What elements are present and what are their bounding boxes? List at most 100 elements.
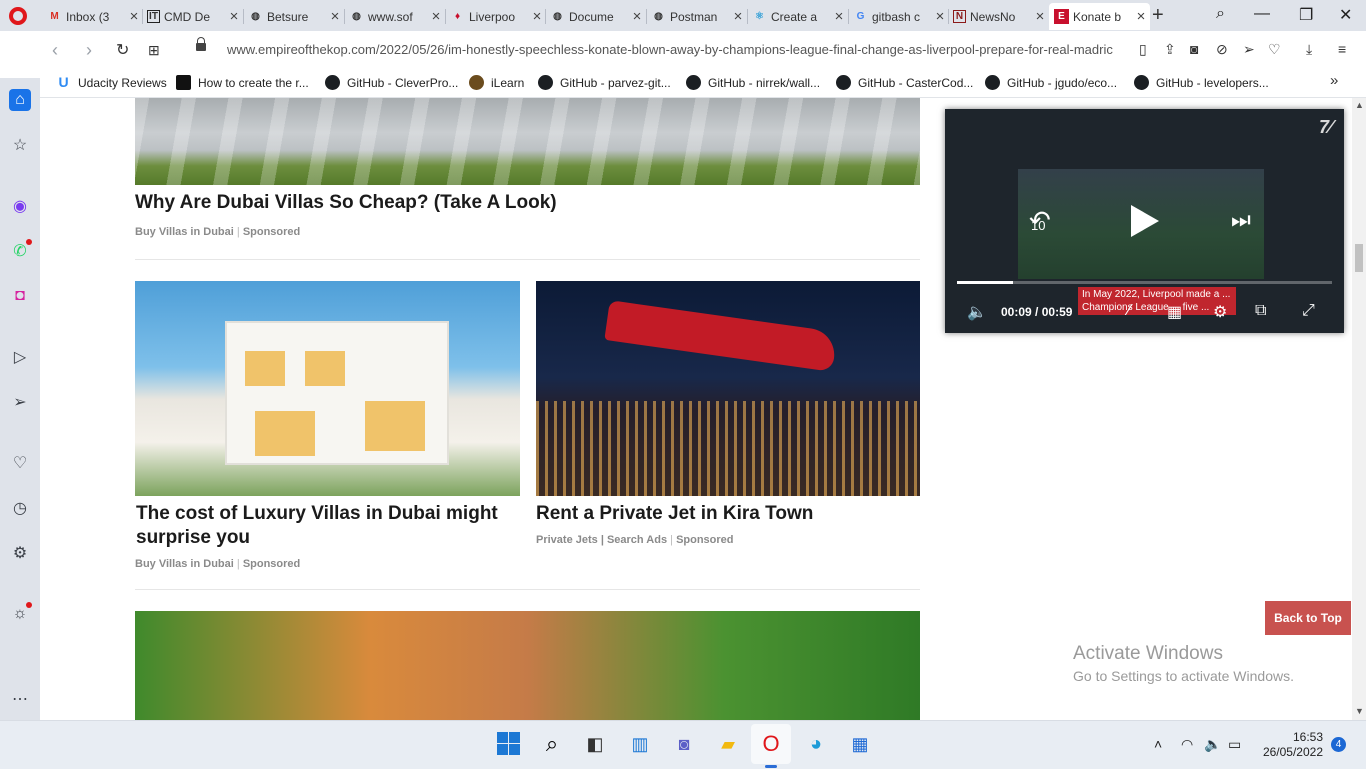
close-tab-icon[interactable]: × [125, 8, 143, 25]
bookmark-github-cleverpro[interactable]: GitHub - CleverPro... [325, 75, 458, 90]
tab-document[interactable]: ◍ Docume × [545, 3, 646, 30]
send-icon[interactable]: ➢ [9, 391, 31, 413]
tab-newsnow[interactable]: N NewsNo × [948, 3, 1049, 30]
fullscreen-icon[interactable]: ⤢ [1302, 302, 1315, 320]
close-window-icon[interactable]: ✕ [1339, 5, 1352, 25]
ad-source[interactable]: Buy Villas in Dubai [135, 226, 234, 238]
settings-icon[interactable]: ⚙ [1213, 302, 1227, 322]
instagram-icon[interactable]: ◘ [9, 285, 31, 307]
tab-postman[interactable]: ◍ Postman × [646, 3, 747, 30]
ad-title[interactable]: Why Are Dubai Villas So Cheap? (Take A L… [135, 191, 920, 215]
back-to-top-button[interactable]: Back to Top [1265, 601, 1351, 635]
tab-inbox[interactable]: M Inbox (3 × [42, 3, 143, 30]
notification-badge[interactable]: 4 [1331, 737, 1346, 752]
play-button[interactable] [1131, 205, 1159, 237]
close-tab-icon[interactable]: × [830, 8, 848, 25]
clock[interactable]: 16:53 26/05/2022 [1250, 730, 1323, 760]
history-icon[interactable]: ◷ [9, 497, 31, 519]
settings-icon[interactable]: ⚙ [9, 542, 31, 564]
playlist-icon[interactable]: ▦ [1167, 302, 1182, 322]
scroll-up-icon[interactable]: ▲ [1355, 100, 1364, 110]
more-bookmarks-icon[interactable]: » [1330, 72, 1338, 89]
close-tab-icon[interactable]: × [326, 8, 344, 25]
download-icon[interactable]: ⤓ [1306, 41, 1312, 58]
search-icon[interactable]: ⌕ [539, 731, 565, 757]
scroll-down-icon[interactable]: ▼ [1355, 706, 1364, 716]
scroll-thumb[interactable] [1355, 244, 1363, 272]
volume-icon[interactable]: 🔈 [967, 302, 987, 322]
edge-icon[interactable]: ◕ [803, 731, 829, 757]
ad-title[interactable]: The cost of Luxury Villas in Dubai might… [136, 502, 520, 550]
bookmark-github-levelopers[interactable]: GitHub - levelopers... [1134, 75, 1269, 90]
opera-icon[interactable]: O [758, 731, 784, 757]
close-tab-icon[interactable]: × [1132, 8, 1150, 25]
wifi-icon[interactable]: ◠ [1181, 736, 1193, 753]
volume-icon[interactable]: 🔈 [1204, 736, 1221, 753]
close-tab-icon[interactable]: × [528, 8, 546, 25]
lock-icon[interactable] [196, 37, 206, 51]
new-tab-button[interactable]: + [1152, 4, 1164, 27]
player-icon[interactable]: ▷ [9, 346, 31, 368]
tab-betsure[interactable]: ◍ Betsure × [243, 3, 344, 30]
reload-icon[interactable]: ↻ [116, 40, 129, 60]
ad-title[interactable]: Rent a Private Jet in Kira Town [536, 502, 920, 526]
messenger-icon[interactable]: ◉ [9, 195, 31, 217]
home-icon[interactable]: ⌂ [9, 89, 31, 111]
close-tab-icon[interactable]: × [427, 8, 445, 25]
tab-create[interactable]: ⚛ Create a × [747, 3, 848, 30]
heart-icon[interactable]: ♡ [1268, 41, 1281, 58]
url-field[interactable]: www.empireofthekop.com/2022/05/26/im-hon… [227, 42, 1127, 57]
bookmark-github-nirrek[interactable]: GitHub - nirrek/wall... [686, 75, 820, 90]
tab-cmd[interactable]: IT CMD De × [142, 3, 243, 30]
ad-source[interactable]: Private Jets | Search Ads [536, 534, 667, 546]
store-icon[interactable]: ▦ [847, 731, 873, 757]
close-tab-icon[interactable]: × [931, 8, 949, 25]
show-hidden-icons[interactable]: ˄ [1154, 736, 1162, 752]
back-icon[interactable]: ‹ [52, 40, 58, 61]
search-tabs-icon[interactable]: ⌕ [1216, 5, 1225, 23]
tab-konate-active[interactable]: E Konate b × [1049, 3, 1150, 30]
share-icon[interactable]: ⇪ [1164, 41, 1176, 58]
ad-image-woman[interactable] [135, 611, 920, 720]
tab-stackoverflow[interactable]: ◍ www.sof × [344, 3, 445, 30]
task-view-icon[interactable]: ◧ [582, 731, 608, 757]
ad-image-private-jet[interactable] [536, 281, 920, 496]
ad-source[interactable]: Buy Villas in Dubai [135, 558, 234, 570]
ad-image-dubai-villa[interactable] [135, 98, 920, 185]
easy-setup-icon[interactable]: ≡ [1338, 41, 1346, 57]
tab-liverpool[interactable]: ♦ Liverpoo × [445, 3, 546, 30]
more-icon[interactable]: ⋯ [9, 688, 31, 710]
close-tab-icon[interactable]: × [628, 8, 646, 25]
opera-menu-icon[interactable] [9, 7, 27, 25]
forward-icon[interactable]: › [86, 40, 92, 61]
tab-gitbash[interactable]: G gitbash c × [848, 3, 949, 30]
whatsapp-icon[interactable]: ✆ [9, 239, 32, 262]
progress-bar[interactable] [957, 281, 1332, 284]
reader-icon[interactable]: ▯ [1139, 41, 1147, 58]
bookmark-github-parvez[interactable]: GitHub - parvez-git... [538, 75, 671, 90]
battery-icon[interactable]: ▭ [1228, 736, 1241, 753]
restore-icon[interactable]: ❐ [1299, 5, 1313, 25]
bookmark-github-castercod[interactable]: GitHub - CasterCod... [836, 75, 973, 90]
speed-dial-icon[interactable]: ⊞ [148, 42, 160, 59]
close-tab-icon[interactable]: × [729, 8, 747, 25]
minimize-icon[interactable]: — [1254, 5, 1270, 23]
page-scrollbar[interactable]: ▲ ▼ [1352, 98, 1366, 720]
file-explorer-icon[interactable]: ▰ [715, 731, 741, 757]
windows-start-icon[interactable] [496, 731, 522, 757]
camera-icon[interactable]: ◙ [1190, 41, 1198, 57]
pip-icon[interactable]: ⧉ [1255, 302, 1266, 320]
ad-image-luxury-villa[interactable] [135, 281, 520, 496]
chat-icon[interactable]: ◙ [671, 731, 697, 757]
heart-icon[interactable]: ♡ [9, 452, 31, 474]
next-icon[interactable]: ⏭ [1231, 207, 1251, 233]
bookmark-github-jgudo[interactable]: GitHub - jgudo/eco... [985, 75, 1117, 90]
adblock-icon[interactable]: ⊘ [1216, 41, 1228, 58]
tips-icon[interactable]: ☼ [9, 602, 32, 625]
star-icon[interactable]: ☆ [9, 134, 31, 156]
bookmark-how-to-create[interactable]: How to create the r... [176, 75, 309, 90]
send-icon[interactable]: ➢ [1243, 41, 1255, 58]
close-tab-icon[interactable]: × [1031, 8, 1049, 25]
video-player[interactable]: 7⁄ ↶ 10 ⏭ In May 2022, Liverpool made a … [945, 109, 1344, 333]
widgets-icon[interactable]: ▥ [627, 731, 653, 757]
